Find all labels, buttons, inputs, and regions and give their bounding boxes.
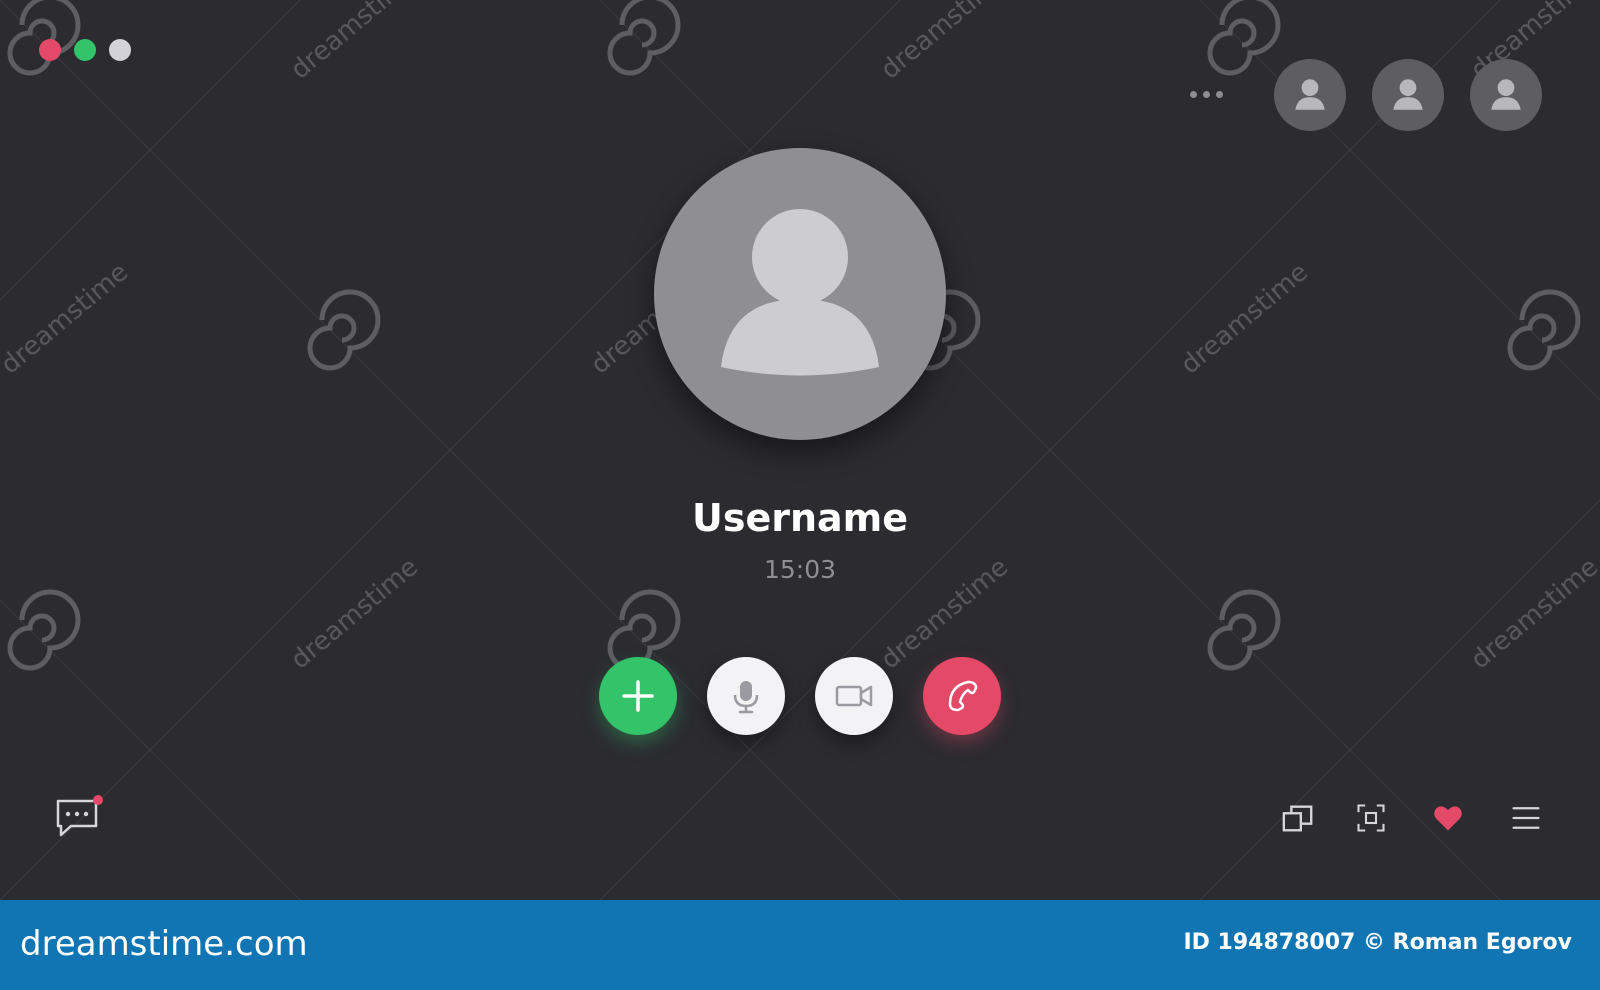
watermark-text: dreamstime <box>285 0 424 85</box>
menu-icon <box>1512 807 1540 829</box>
end-call-button[interactable] <box>923 657 1001 735</box>
participant-avatar-2[interactable] <box>1372 59 1444 131</box>
chat-notification-badge <box>93 795 103 805</box>
minimize-dot[interactable] <box>109 39 131 61</box>
caller-name: Username <box>691 496 909 540</box>
plus-icon <box>622 680 654 712</box>
watermark-footer: dreamstime.com ID 194878007 © Roman Egor… <box>0 900 1600 990</box>
call-window: dreamstime dreamstime dreamstime dreamst… <box>0 0 1600 900</box>
microphone-icon <box>733 681 759 714</box>
fullscreen-icon <box>1357 804 1385 832</box>
like-button[interactable] <box>1430 800 1466 836</box>
caller-avatar <box>654 148 946 440</box>
participant-avatar-3[interactable] <box>1470 59 1542 131</box>
mute-microphone-button[interactable] <box>707 657 785 735</box>
phone-hangup-icon <box>948 680 978 712</box>
footer-brand: dreamstime.com <box>20 924 308 964</box>
more-dots-icon[interactable] <box>1190 91 1223 98</box>
footer-credit: ID 194878007 © Roman Egorov <box>1183 930 1572 955</box>
call-duration: 15:03 <box>763 555 837 584</box>
user-silhouette-icon <box>721 209 879 376</box>
heart-icon <box>1434 806 1462 831</box>
participant-avatar-icon <box>1295 79 1325 110</box>
add-participant-button[interactable] <box>599 657 677 735</box>
participant-avatar-icon <box>1393 79 1423 110</box>
watermark-overlay: dreamstime dreamstime dreamstime dreamst… <box>0 0 1600 900</box>
svg-text:dreamstime: dreamstime <box>0 257 134 380</box>
close-dot[interactable] <box>39 39 61 61</box>
picture-in-picture-icon <box>1282 805 1313 832</box>
fullscreen-button[interactable] <box>1353 800 1389 836</box>
participant-avatar-icon <box>1491 79 1521 110</box>
picture-in-picture-button[interactable] <box>1280 800 1316 836</box>
toggle-video-button[interactable] <box>815 657 893 735</box>
participant-avatar-1[interactable] <box>1274 59 1346 131</box>
svg-text:dreamstime: dreamstime <box>875 0 1014 85</box>
watermark-logo <box>7 0 81 76</box>
maximize-dot[interactable] <box>74 39 96 61</box>
video-camera-icon <box>835 685 873 707</box>
svg-text:dreamstime: dreamstime <box>1175 257 1314 380</box>
menu-button[interactable] <box>1508 800 1544 836</box>
